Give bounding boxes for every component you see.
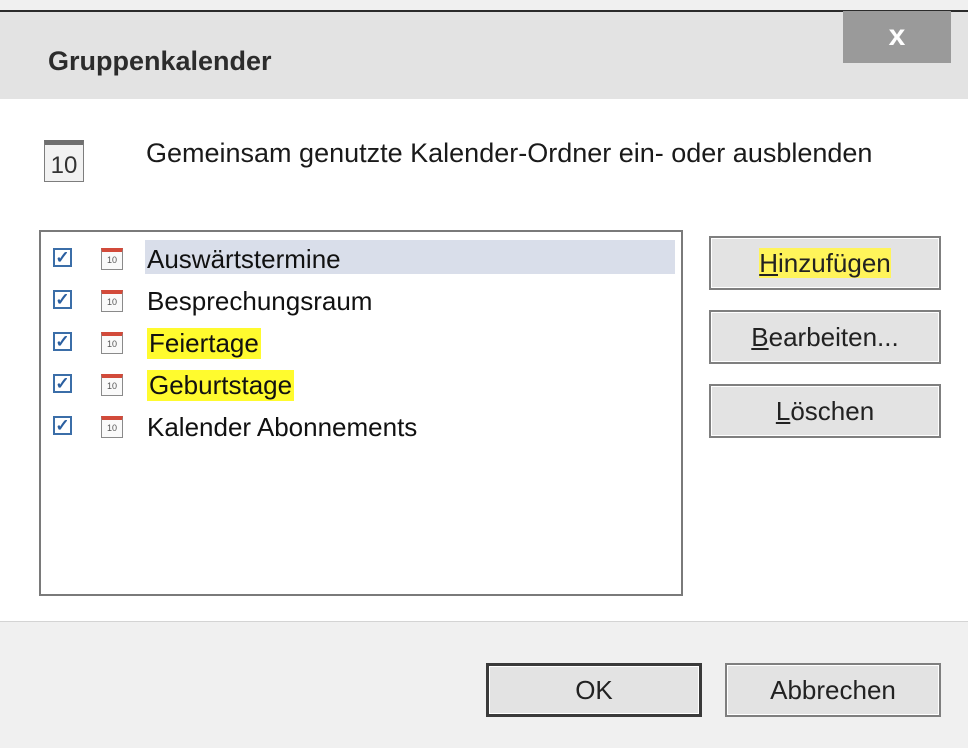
list-item-label: Geburtstage	[147, 370, 295, 401]
close-button[interactable]: x	[843, 11, 951, 63]
calendar-icon: 10	[101, 248, 123, 270]
list-item-label: Kalender Abonnements	[147, 412, 418, 442]
list-item-label: Besprechungsraum	[147, 286, 373, 316]
list-item-selection: Auswärtstermine	[145, 240, 675, 274]
edit-button-label: Bearbeiten...	[751, 322, 899, 352]
edit-button[interactable]: Bearbeiten...	[709, 310, 941, 364]
list-item[interactable]: ✓ 10 Auswärtstermine	[41, 238, 681, 278]
list-item-selection: Kalender Abonnements	[145, 408, 675, 442]
delete-button-label: Löschen	[775, 396, 875, 426]
calendar-icon: 10	[101, 290, 123, 312]
add-button-label: Hinzufügen	[759, 248, 891, 278]
checkbox[interactable]: ✓	[53, 332, 72, 351]
checkbox[interactable]: ✓	[53, 416, 72, 435]
list-item[interactable]: ✓ 10 Feiertage	[41, 322, 681, 362]
title-bar: Gruppenkalender x	[0, 10, 968, 101]
checkbox[interactable]: ✓	[53, 248, 72, 267]
group-calendar-dialog: Gruppenkalender x 10 Gemeinsam genutzte …	[0, 0, 968, 748]
calendar-folder-list[interactable]: ✓ 10 Auswärtstermine ✓ 10 Besprechungsra…	[39, 230, 683, 596]
cancel-button[interactable]: Abbrechen	[725, 663, 941, 717]
list-item[interactable]: ✓ 10 Kalender Abonnements	[41, 406, 681, 446]
checkbox[interactable]: ✓	[53, 374, 72, 393]
close-icon: x	[888, 19, 906, 52]
list-item-label: Auswärtstermine	[147, 244, 341, 274]
checkbox[interactable]: ✓	[53, 290, 72, 309]
list-item-selection: Feiertage	[145, 324, 675, 359]
calendar-icon: 10	[101, 332, 123, 354]
ok-button[interactable]: OK	[486, 663, 702, 717]
add-button[interactable]: Hinzufügen	[709, 236, 941, 290]
calendar-icon: 10	[44, 140, 84, 182]
calendar-icon: 10	[101, 374, 123, 396]
list-item-selection: Geburtstage	[145, 366, 675, 401]
window-title: Gruppenkalender	[48, 46, 272, 76]
delete-button[interactable]: Löschen	[709, 384, 941, 438]
list-item-selection: Besprechungsraum	[145, 282, 675, 316]
list-item[interactable]: ✓ 10 Geburtstage	[41, 364, 681, 404]
calendar-icon: 10	[101, 416, 123, 438]
list-item-label: Feiertage	[147, 328, 261, 359]
header-description: Gemeinsam genutzte Kalender-Ordner ein- …	[146, 138, 873, 168]
list-item[interactable]: ✓ 10 Besprechungsraum	[41, 280, 681, 320]
